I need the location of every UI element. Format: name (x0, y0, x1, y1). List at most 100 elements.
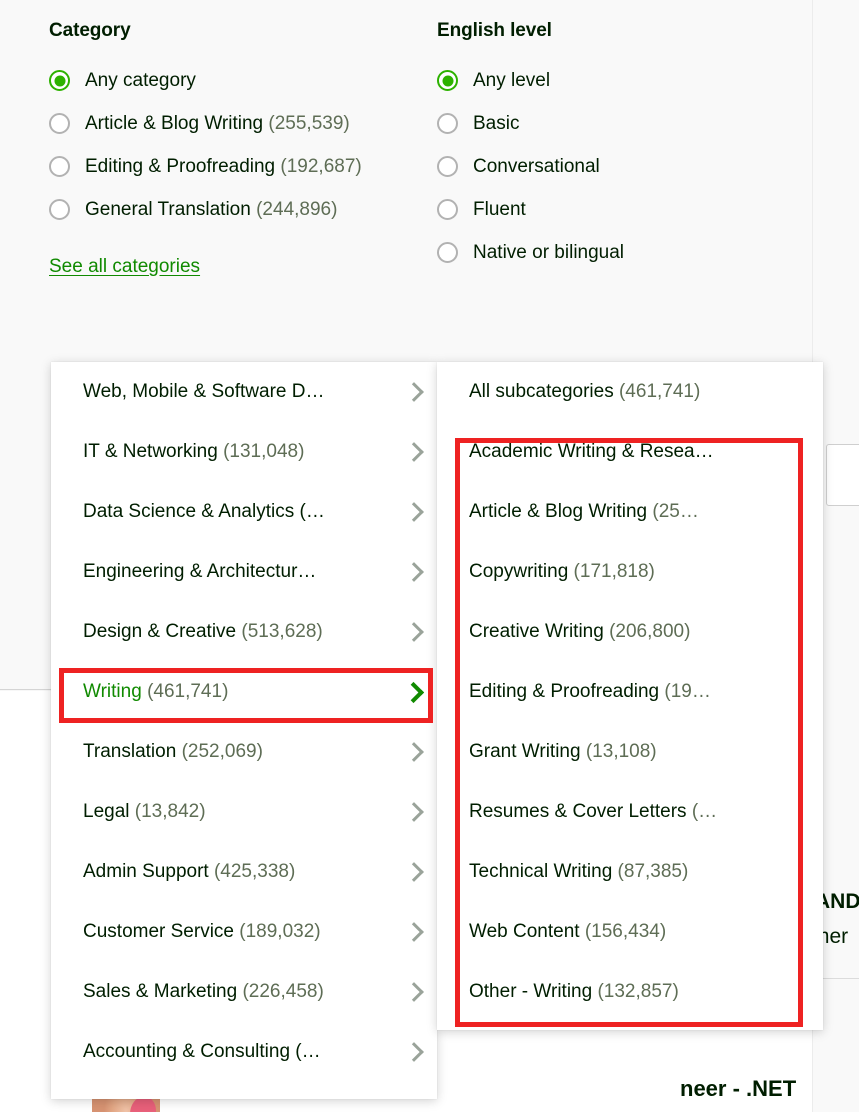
menu-item-web-mobile-software-dev[interactable]: Web, Mobile & Software D… (51, 362, 437, 422)
menu-item-label: Admin Support (425,338) (83, 861, 295, 883)
menu-item-label-text: Writing (83, 681, 142, 702)
submenu-item-resumes-cover-letters[interactable]: Resumes & Cover Letters (… (437, 782, 823, 842)
english-level-filter-group: English level Any level Basic Conversati… (418, 0, 859, 283)
menu-item-customer-service[interactable]: Customer Service (189,032) (51, 902, 437, 962)
primary-menu-scroll[interactable]: Web, Mobile & Software D… IT & Networkin… (51, 362, 437, 1099)
submenu-item-label-text: Editing & Proofreading (469, 681, 660, 702)
radio-icon[interactable] (437, 156, 458, 177)
submenu-item-other-writing[interactable]: Other - Writing (132,857) (437, 962, 823, 1022)
submenu-item-label: Resumes & Cover Letters (… (469, 801, 717, 823)
menu-item-count: (226,458) (242, 981, 324, 1002)
menu-item-engineering-architecture[interactable]: Engineering & Architectur… (51, 542, 437, 602)
menu-item-label: Legal (13,842) (83, 801, 206, 823)
subcategory-menu-scroll[interactable]: All subcategories (461,741) Academic Wri… (437, 362, 823, 1030)
radio-label: Fluent (473, 199, 526, 220)
submenu-item-grant-writing[interactable]: Grant Writing (13,108) (437, 722, 823, 782)
radio-article-blog-writing[interactable]: Article & Blog Writing (255,539) (49, 111, 418, 137)
see-all-categories-link[interactable]: See all categories (49, 256, 200, 278)
chevron-right-icon (404, 982, 424, 1002)
submenu-item-web-content[interactable]: Web Content (156,434) (437, 902, 823, 962)
menu-item-writing[interactable]: Writing (461,741) (51, 662, 437, 722)
menu-item-it-networking[interactable]: IT & Networking (131,048) (51, 422, 437, 482)
menu-item-label: Translation (252,069) (83, 741, 263, 763)
submenu-item-count: (156,434) (584, 921, 667, 942)
radio-count: (244,896) (256, 199, 338, 220)
radio-icon[interactable] (437, 199, 458, 220)
submenu-item-editing-proofreading[interactable]: Editing & Proofreading (19… (437, 662, 823, 722)
radio-label: Article & Blog Writing (255,539) (85, 111, 350, 137)
menu-item-label-text: Customer Service (83, 921, 234, 942)
submenu-item-label-text: Article & Blog Writing (469, 501, 648, 522)
menu-item-label: Data Science & Analytics (… (83, 501, 325, 523)
filters-region: Category Any category Article & Blog Wri… (0, 0, 859, 283)
radio-label-text: Article & Blog Writing (85, 113, 264, 134)
menu-item-label-text: Admin Support (83, 861, 209, 882)
radio-icon[interactable] (437, 113, 458, 134)
category-filter-group: Category Any category Article & Blog Wri… (0, 0, 418, 283)
menu-item-legal[interactable]: Legal (13,842) (51, 782, 437, 842)
menu-item-label-text: Design & Creative (83, 621, 237, 642)
submenu-item-label-text: Grant Writing (469, 741, 581, 762)
chevron-right-icon (404, 442, 424, 462)
chevron-right-icon (404, 382, 424, 402)
menu-item-label: Sales & Marketing (226,458) (83, 981, 324, 1003)
radio-icon-selected[interactable] (437, 70, 458, 91)
radio-label-text: Any category (85, 70, 196, 91)
radio-label-text: General Translation (85, 199, 251, 220)
submenu-item-label-text: Web Content (469, 921, 580, 942)
submenu-item-label-text: Academic Writing & Resea… (469, 441, 714, 462)
submenu-item-count: (461,741) (618, 381, 701, 402)
menu-item-label: Customer Service (189,032) (83, 921, 321, 943)
menu-item-count: (252,069) (181, 741, 263, 762)
menu-item-design-creative[interactable]: Design & Creative (513,628) (51, 602, 437, 662)
submenu-item-label: Academic Writing & Resea… (469, 441, 714, 463)
submenu-item-label: Web Content (156,434) (469, 921, 666, 943)
menu-item-label: Engineering & Architectur… (83, 561, 316, 583)
submenu-item-copywriting[interactable]: Copywriting (171,818) (437, 542, 823, 602)
radio-icon-selected[interactable] (49, 70, 70, 91)
background-input-box[interactable] (826, 444, 859, 506)
menu-item-translation[interactable]: Translation (252,069) (51, 722, 437, 782)
radio-label: Any level (473, 70, 551, 91)
radio-fluent[interactable]: Fluent (437, 197, 859, 223)
radio-native-or-bilingual[interactable]: Native or bilingual (437, 240, 859, 266)
submenu-item-technical-writing[interactable]: Technical Writing (87,385) (437, 842, 823, 902)
menu-item-data-science-analytics[interactable]: Data Science & Analytics (… (51, 482, 437, 542)
menu-item-admin-support[interactable]: Admin Support (425,338) (51, 842, 437, 902)
menu-item-accounting-consulting[interactable]: Accounting & Consulting (… (51, 1022, 437, 1082)
radio-icon[interactable] (437, 242, 458, 263)
submenu-item-article-blog-writing[interactable]: Article & Blog Writing (25… (437, 482, 823, 542)
menu-item-label-text: Data Science & Analytics (… (83, 501, 325, 522)
submenu-item-creative-writing[interactable]: Creative Writing (206,800) (437, 602, 823, 662)
submenu-item-label-text: Other - Writing (469, 981, 593, 1002)
radio-any-category[interactable]: Any category (49, 68, 418, 94)
submenu-item-all-subcategories[interactable]: All subcategories (461,741) (437, 362, 823, 422)
menu-item-count: (131,048) (223, 441, 305, 462)
radio-general-translation[interactable]: General Translation (244,896) (49, 197, 418, 223)
submenu-item-count: (13,108) (585, 741, 657, 762)
radio-label: Conversational (473, 156, 600, 177)
menu-item-label-text: Legal (83, 801, 130, 822)
radio-basic[interactable]: Basic (437, 111, 859, 137)
submenu-item-label-text: Resumes & Cover Letters (469, 801, 687, 822)
submenu-item-count: (171,818) (573, 561, 655, 582)
menu-item-label-text: Engineering & Architectur… (83, 561, 317, 582)
radio-conversational[interactable]: Conversational (437, 154, 859, 180)
radio-icon[interactable] (49, 199, 70, 220)
radio-icon[interactable] (49, 113, 70, 134)
chevron-right-icon (404, 742, 424, 762)
submenu-item-academic-writing-research[interactable]: Academic Writing & Resea… (437, 422, 823, 482)
menu-item-label: Web, Mobile & Software D… (83, 381, 324, 403)
radio-editing-proofreading[interactable]: Editing & Proofreading (192,687) (49, 154, 418, 180)
radio-icon[interactable] (49, 156, 70, 177)
menu-item-label-text: Sales & Marketing (83, 981, 238, 1002)
english-filter-title: English level (437, 20, 552, 41)
menu-item-sales-marketing[interactable]: Sales & Marketing (226,458) (51, 962, 437, 1022)
menu-item-count: (13,842) (134, 801, 206, 822)
submenu-item-label-text: Creative Writing (469, 621, 604, 642)
chevron-right-icon (404, 502, 424, 522)
radio-any-level[interactable]: Any level (437, 68, 859, 94)
submenu-item-label: Copywriting (171,818) (469, 561, 655, 583)
radio-label: Basic (473, 113, 520, 134)
menu-item-count: (461,741) (147, 681, 229, 702)
